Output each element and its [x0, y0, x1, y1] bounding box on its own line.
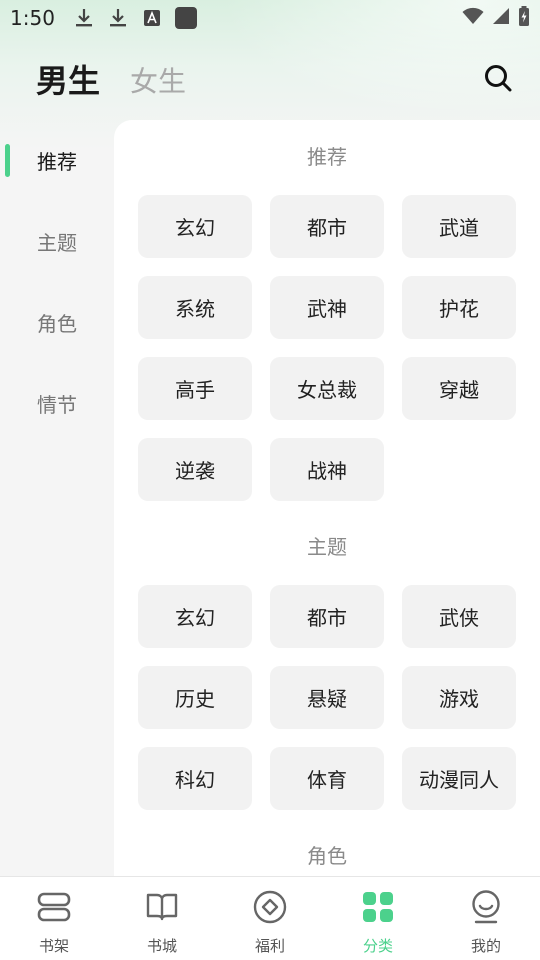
- tab-male[interactable]: 男生: [36, 56, 100, 102]
- profile-icon: [468, 889, 504, 925]
- tag-chip[interactable]: 战神: [270, 438, 384, 501]
- nav-label: 书城: [146, 937, 177, 955]
- tag-chip[interactable]: 武侠: [402, 585, 516, 648]
- status-bar: 1:50: [0, 0, 540, 36]
- tag-grid-theme: 玄幻 都市 武侠 历史 悬疑 游戏 科幻 体育 动漫同人: [138, 585, 516, 810]
- tag-chip[interactable]: 女总裁: [270, 357, 384, 420]
- nav-category[interactable]: 分类: [324, 877, 432, 960]
- welfare-icon: [252, 889, 288, 925]
- tag-chip[interactable]: 系统: [138, 276, 252, 339]
- tag-chip[interactable]: 动漫同人: [402, 747, 516, 810]
- tab-female[interactable]: 女生: [130, 60, 186, 100]
- download-icon: [73, 7, 95, 29]
- bottom-nav: 书架 书城 福利 分类 我的: [0, 876, 540, 960]
- tag-chip[interactable]: 玄幻: [138, 585, 252, 648]
- sidebar-item-theme[interactable]: 主题: [0, 201, 114, 282]
- sidebar-item-role[interactable]: 角色: [0, 282, 114, 363]
- tag-chip[interactable]: 都市: [270, 585, 384, 648]
- section-title-theme: 主题: [307, 535, 347, 559]
- bookshelf-icon: [36, 889, 72, 925]
- app-square-icon: [174, 7, 197, 29]
- nav-bookshelf[interactable]: 书架: [0, 877, 108, 960]
- tag-chip[interactable]: 武神: [270, 276, 384, 339]
- tag-panel: 推荐 玄幻 都市 武道 系统 武神 护花 高手 女总裁 穿越 逆袭 战神 主题 …: [114, 120, 540, 876]
- section-title-recommend: 推荐: [307, 145, 347, 169]
- nav-label: 我的: [470, 937, 501, 955]
- signal-icon: [492, 7, 510, 29]
- nav-label: 书架: [38, 937, 69, 955]
- header: 男生 女生: [0, 50, 540, 110]
- wifi-icon: [462, 7, 484, 29]
- category-sidebar: 推荐 主题 角色 情节: [0, 120, 114, 444]
- nav-profile[interactable]: 我的: [432, 877, 540, 960]
- tag-chip[interactable]: 游戏: [402, 666, 516, 729]
- sidebar-item-label: 推荐: [37, 150, 77, 174]
- tag-chip[interactable]: 玄幻: [138, 195, 252, 258]
- tag-grid-recommend: 玄幻 都市 武道 系统 武神 护花 高手 女总裁 穿越 逆袭 战神: [138, 195, 516, 501]
- nav-welfare[interactable]: 福利: [216, 877, 324, 960]
- nav-bookstore[interactable]: 书城: [108, 877, 216, 960]
- tag-chip[interactable]: 穿越: [402, 357, 516, 420]
- section-title-role: 角色: [307, 844, 347, 868]
- nav-label: 分类: [362, 937, 393, 955]
- tag-chip[interactable]: 体育: [270, 747, 384, 810]
- category-icon: [360, 889, 396, 925]
- battery-icon: [518, 6, 530, 30]
- app-a-icon: [141, 7, 163, 29]
- tag-chip[interactable]: 逆袭: [138, 438, 252, 501]
- sidebar-item-label: 主题: [37, 231, 77, 255]
- sidebar-item-plot[interactable]: 情节: [0, 363, 114, 444]
- tag-chip[interactable]: 武道: [402, 195, 516, 258]
- tag-chip[interactable]: 历史: [138, 666, 252, 729]
- download-icon: [107, 7, 129, 29]
- status-time: 1:50: [10, 6, 55, 30]
- tag-chip[interactable]: 都市: [270, 195, 384, 258]
- tag-chip[interactable]: 科幻: [138, 747, 252, 810]
- tag-chip[interactable]: 护花: [402, 276, 516, 339]
- search-icon[interactable]: [482, 62, 514, 94]
- tag-chip[interactable]: 高手: [138, 357, 252, 420]
- sidebar-item-label: 角色: [37, 312, 77, 336]
- tag-chip[interactable]: 悬疑: [270, 666, 384, 729]
- sidebar-item-recommend[interactable]: 推荐: [0, 120, 114, 201]
- book-icon: [144, 889, 180, 925]
- nav-label: 福利: [254, 937, 285, 955]
- sidebar-item-label: 情节: [37, 393, 77, 417]
